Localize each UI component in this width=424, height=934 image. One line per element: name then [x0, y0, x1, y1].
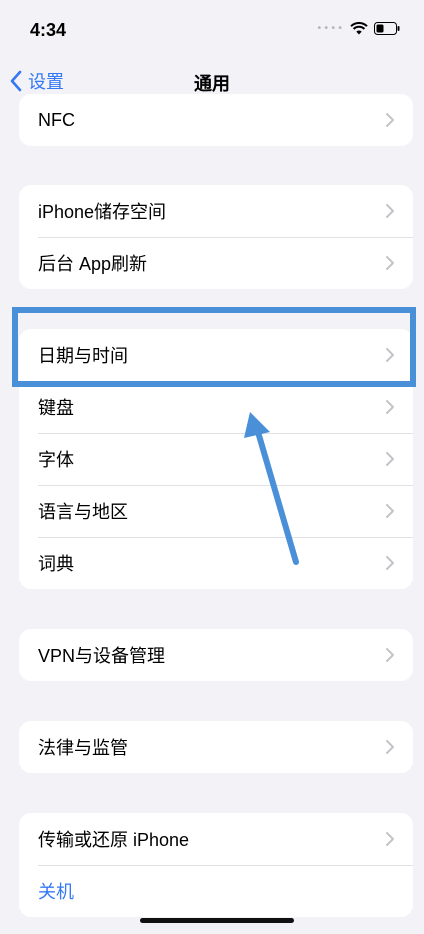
- chevron-right-icon: [386, 400, 394, 414]
- battery-icon: [374, 22, 400, 35]
- settings-row-legal-regulatory[interactable]: 法律与监管: [19, 721, 413, 773]
- settings-group-legal: 法律与监管: [19, 721, 413, 773]
- settings-row-iphone-storage[interactable]: iPhone储存空间: [19, 185, 413, 237]
- chevron-right-icon: [386, 256, 394, 270]
- settings-group-nfc: NFC: [19, 94, 413, 146]
- row-label: 键盘: [38, 398, 74, 418]
- row-label: 后台 App刷新: [38, 254, 148, 274]
- chevron-right-icon: [386, 348, 394, 362]
- status-icons: ••••: [316, 22, 400, 35]
- signal-dots-icon: ••••: [316, 23, 344, 34]
- row-label: 法律与监管: [38, 738, 128, 758]
- settings-group-reset: 传输或还原 iPhone 关机: [19, 813, 413, 917]
- row-label: 关机: [38, 882, 74, 902]
- settings-row-language-region[interactable]: 语言与地区: [19, 485, 413, 537]
- row-label: 词典: [38, 554, 74, 574]
- status-bar: 4:34 ••••: [0, 0, 424, 60]
- settings-group-vpn: VPN与设备管理: [19, 629, 413, 681]
- chevron-right-icon: [386, 113, 394, 127]
- settings-group-locale: 日期与时间 键盘 字体 语言与地区 词典: [19, 329, 413, 589]
- settings-row-dictionary[interactable]: 词典: [19, 537, 413, 589]
- row-label: 字体: [38, 450, 74, 470]
- row-label: 传输或还原 iPhone: [38, 830, 190, 850]
- row-label: iPhone储存空间: [38, 202, 167, 222]
- settings-group-storage: iPhone储存空间 后台 App刷新: [19, 185, 413, 289]
- chevron-right-icon: [386, 740, 394, 754]
- home-indicator[interactable]: [140, 918, 294, 923]
- row-label: VPN与设备管理: [38, 646, 166, 666]
- chevron-right-icon: [386, 452, 394, 466]
- chevron-right-icon: [386, 556, 394, 570]
- settings-row-fonts[interactable]: 字体: [19, 433, 413, 485]
- status-time: 4:34: [30, 20, 67, 40]
- wifi-icon: [350, 22, 368, 35]
- settings-row-background-refresh[interactable]: 后台 App刷新: [19, 237, 413, 289]
- chevron-right-icon: [386, 648, 394, 662]
- settings-row-transfer-reset[interactable]: 传输或还原 iPhone: [19, 813, 413, 865]
- page-title: 通用: [194, 74, 230, 95]
- settings-row-nfc[interactable]: NFC: [19, 94, 413, 146]
- shut-down-button[interactable]: 关机: [19, 865, 413, 917]
- chevron-right-icon: [386, 832, 394, 846]
- chevron-right-icon: [386, 204, 394, 218]
- chevron-right-icon: [386, 504, 394, 518]
- settings-row-vpn-device-management[interactable]: VPN与设备管理: [19, 629, 413, 681]
- row-label: 日期与时间: [38, 346, 128, 366]
- row-label: NFC: [38, 109, 75, 130]
- settings-row-keyboard[interactable]: 键盘: [19, 381, 413, 433]
- row-label: 语言与地区: [38, 502, 128, 522]
- settings-row-date-time[interactable]: 日期与时间: [19, 329, 413, 381]
